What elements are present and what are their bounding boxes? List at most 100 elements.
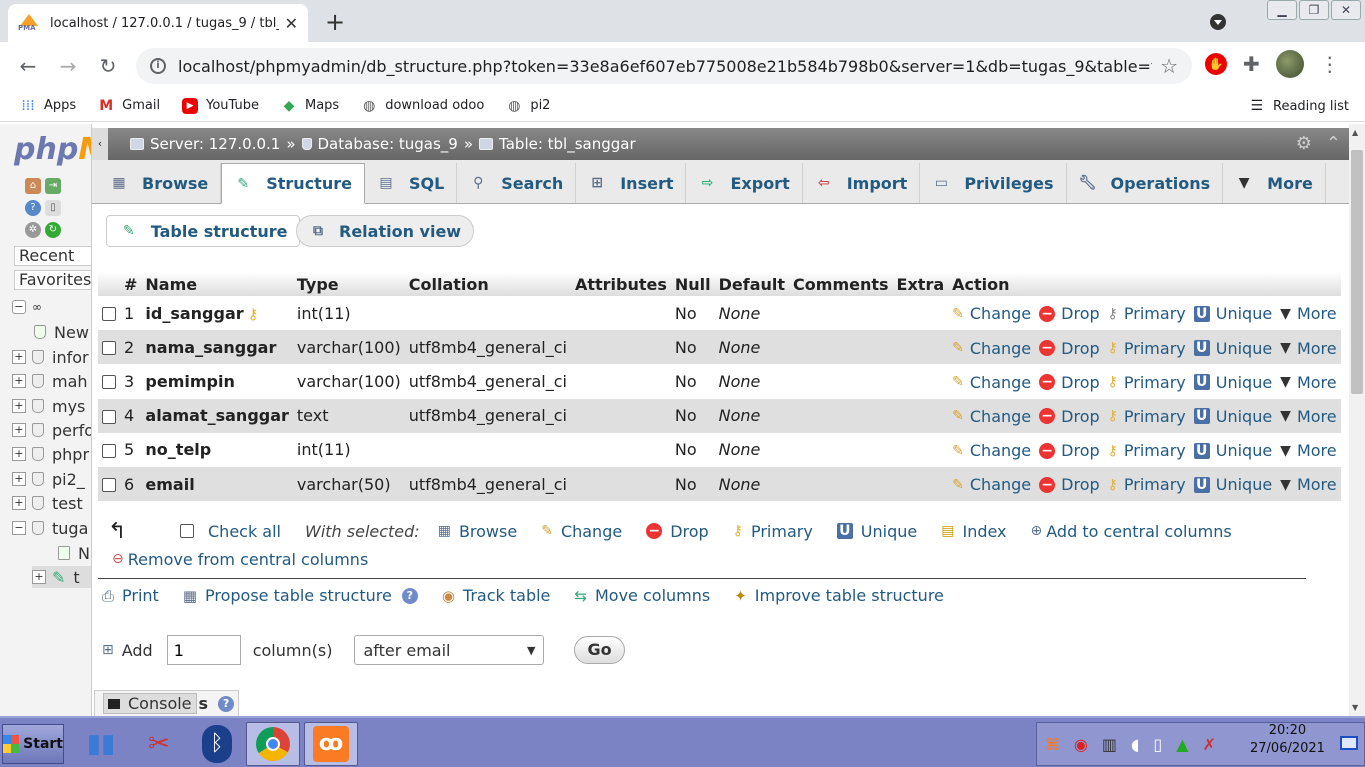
row-checkbox[interactable] xyxy=(102,478,116,493)
col-header-extra[interactable]: Extra xyxy=(892,272,949,296)
table-row[interactable]: 6 email varchar(50) utf8mb4_general_ci No Non… xyxy=(98,466,1341,502)
cell-name[interactable]: nama_sanggar xyxy=(141,330,293,365)
tree-item-db[interactable]: + pi2_ xyxy=(12,468,85,490)
expand-icon[interactable]: + xyxy=(12,496,26,510)
bulk-change-button[interactable]: ✎ Change xyxy=(541,522,622,541)
change-action[interactable]: ✎ Change xyxy=(952,339,1031,358)
col-header-default[interactable]: Default xyxy=(714,272,790,296)
bluetooth-taskbar-icon[interactable]: ᛒ xyxy=(190,722,244,766)
cell-name[interactable]: pemimpin xyxy=(141,364,293,399)
tree-item-db[interactable]: + infor xyxy=(12,346,89,368)
more-action[interactable]: ▼ More xyxy=(1280,304,1336,323)
back-button[interactable]: ← xyxy=(8,54,48,78)
row-checkbox[interactable] xyxy=(102,375,116,390)
tab-import[interactable]: ⇦ Import xyxy=(803,163,921,203)
tree-item-db[interactable]: + phpr xyxy=(12,443,89,465)
unique-action[interactable]: U Unique xyxy=(1193,441,1272,460)
drop-action[interactable]: − Drop xyxy=(1039,373,1100,392)
improve-structure-button[interactable]: ✦ Improve table structure xyxy=(734,586,944,605)
minimize-window-button[interactable]: ▁ xyxy=(1267,0,1297,20)
show-desktop-icon[interactable] xyxy=(1340,736,1358,750)
recent-tables-button[interactable]: Recent xyxy=(14,246,91,266)
tab-search[interactable]: ⚲ Search xyxy=(457,163,577,203)
primary-action[interactable]: ⚷ Primary xyxy=(1108,441,1186,460)
drop-action[interactable]: − Drop xyxy=(1039,339,1100,358)
bulk-unique-button[interactable]: U Unique xyxy=(836,522,917,541)
tab-privileges[interactable]: ▭ Privileges xyxy=(920,163,1067,203)
reading-list-button[interactable]: ☰ Reading list xyxy=(1250,98,1349,114)
home-icon[interactable]: ⌂ xyxy=(25,178,41,194)
favorite-tables-button[interactable]: Favorites xyxy=(14,270,91,290)
help-icon[interactable]: ? xyxy=(25,200,41,216)
network-tray-icon[interactable]: ▥ xyxy=(1102,735,1117,754)
collapse-panel-button[interactable]: ‹ xyxy=(92,128,108,160)
close-window-button[interactable]: ✕ xyxy=(1331,0,1361,20)
bookmark-pi2[interactable]: ◍ pi2 xyxy=(506,98,550,114)
bulk-drop-button[interactable]: − Drop xyxy=(646,522,709,541)
expand-icon[interactable]: + xyxy=(32,570,46,584)
adblock-extension-icon[interactable]: ✋ xyxy=(1205,53,1227,75)
tree-item-new[interactable]: New xyxy=(34,321,89,343)
move-columns-button[interactable]: ⇆ Move columns xyxy=(574,586,710,605)
primary-action[interactable]: ⚷ Primary xyxy=(1108,339,1186,358)
primary-action[interactable]: ⚷ Primary xyxy=(1108,407,1186,426)
xampp-taskbar-icon[interactable]: ꝏ xyxy=(304,722,358,766)
bookmark-apps[interactable]: ⁞⁞⁞ Apps xyxy=(20,98,76,114)
row-checkbox[interactable] xyxy=(102,307,116,322)
bulk-remove-central-button[interactable]: ⊖ Remove from central columns xyxy=(100,548,1310,570)
tab-structure[interactable]: ✎ Structure xyxy=(221,163,365,204)
exit-icon[interactable]: ⇥ xyxy=(45,178,61,194)
collapse-top-icon[interactable]: ⌃ xyxy=(1326,133,1341,154)
col-header-attributes[interactable]: Attributes xyxy=(570,272,671,296)
clock[interactable]: 20:20 27/06/2021 xyxy=(1250,722,1325,758)
change-action[interactable]: ✎ Change xyxy=(952,407,1031,426)
reload-button[interactable]: ↻ xyxy=(88,54,128,78)
row-checkbox[interactable] xyxy=(102,341,116,356)
tree-item-db[interactable]: + mys xyxy=(12,395,85,417)
forward-button[interactable]: → xyxy=(48,54,88,78)
bulk-browse-button[interactable]: ▦ Browse xyxy=(438,522,518,541)
snipping-tool-taskbar-icon[interactable]: ✂ xyxy=(132,722,186,766)
subtab-relation-view[interactable]: ⧉ Relation view xyxy=(296,215,475,247)
scroll-down-icon[interactable]: ▼ xyxy=(1352,703,1358,712)
table-row[interactable]: 4 alamat_sanggar text utf8mb4_general_ci No N… xyxy=(98,398,1341,433)
unique-action[interactable]: U Unique xyxy=(1193,304,1272,323)
expand-icon[interactable]: + xyxy=(12,472,26,486)
cell-name[interactable]: alamat_sanggar xyxy=(141,398,293,433)
page-scrollbar[interactable]: ▲ ▼ xyxy=(1349,124,1365,716)
row-checkbox[interactable] xyxy=(102,443,116,458)
help-icon[interactable]: ? xyxy=(401,587,418,604)
tab-browse[interactable]: ▦ Browse xyxy=(98,163,222,203)
check-all[interactable]: Check all xyxy=(180,522,281,541)
url-text[interactable]: localhost/phpmyadmin/db_structure.php?to… xyxy=(178,57,1152,76)
tree-item-db[interactable]: + test xyxy=(12,492,83,514)
file-manager-taskbar-icon[interactable]: ▮▮ xyxy=(74,722,128,766)
browser-menu-icon[interactable]: ⋮ xyxy=(1320,52,1340,76)
help-icon[interactable]: ? xyxy=(218,695,235,712)
column-count-input[interactable] xyxy=(166,635,241,665)
print-button[interactable]: ⎙ Print xyxy=(102,586,159,605)
tab-more[interactable]: ▼ More xyxy=(1223,163,1326,203)
unique-action[interactable]: U Unique xyxy=(1193,407,1272,426)
new-tab-button[interactable]: + xyxy=(325,8,345,36)
primary-action[interactable]: ⚷ Primary xyxy=(1108,475,1186,494)
volume-tray-icon[interactable]: ◖ xyxy=(1131,735,1139,754)
table-row[interactable]: 5 no_telp int(11) No None ✎ Change − Drop ⚷ Primar… xyxy=(98,432,1341,467)
extensions-puzzle-icon[interactable]: ✚ xyxy=(1243,52,1260,76)
more-action[interactable]: ▼ More xyxy=(1280,441,1336,460)
cell-name[interactable]: email xyxy=(141,466,293,502)
restore-window-button[interactable]: ❐ xyxy=(1299,0,1329,20)
unique-action[interactable]: U Unique xyxy=(1193,339,1272,358)
change-action[interactable]: ✎ Change xyxy=(952,304,1031,323)
tab-operations[interactable]: 🔧︎ Operations xyxy=(1067,163,1224,203)
scroll-up-icon[interactable]: ▲ xyxy=(1352,128,1358,137)
table-row[interactable]: 2 nama_sanggar varchar(100) utf8mb4_general… xyxy=(98,330,1341,365)
update-tray-icon[interactable]: ◉ xyxy=(1074,735,1088,754)
bookmark-gmail[interactable]: M Gmail xyxy=(98,98,160,114)
tab-sql[interactable]: ▤ SQL xyxy=(365,163,458,203)
breadcrumb-server[interactable]: Server: 127.0.0.1 xyxy=(130,135,280,153)
expand-icon[interactable]: + xyxy=(12,399,26,413)
drop-action[interactable]: − Drop xyxy=(1039,407,1100,426)
unique-action[interactable]: U Unique xyxy=(1193,373,1272,392)
column-position-select[interactable]: after email ▼ xyxy=(354,635,545,665)
